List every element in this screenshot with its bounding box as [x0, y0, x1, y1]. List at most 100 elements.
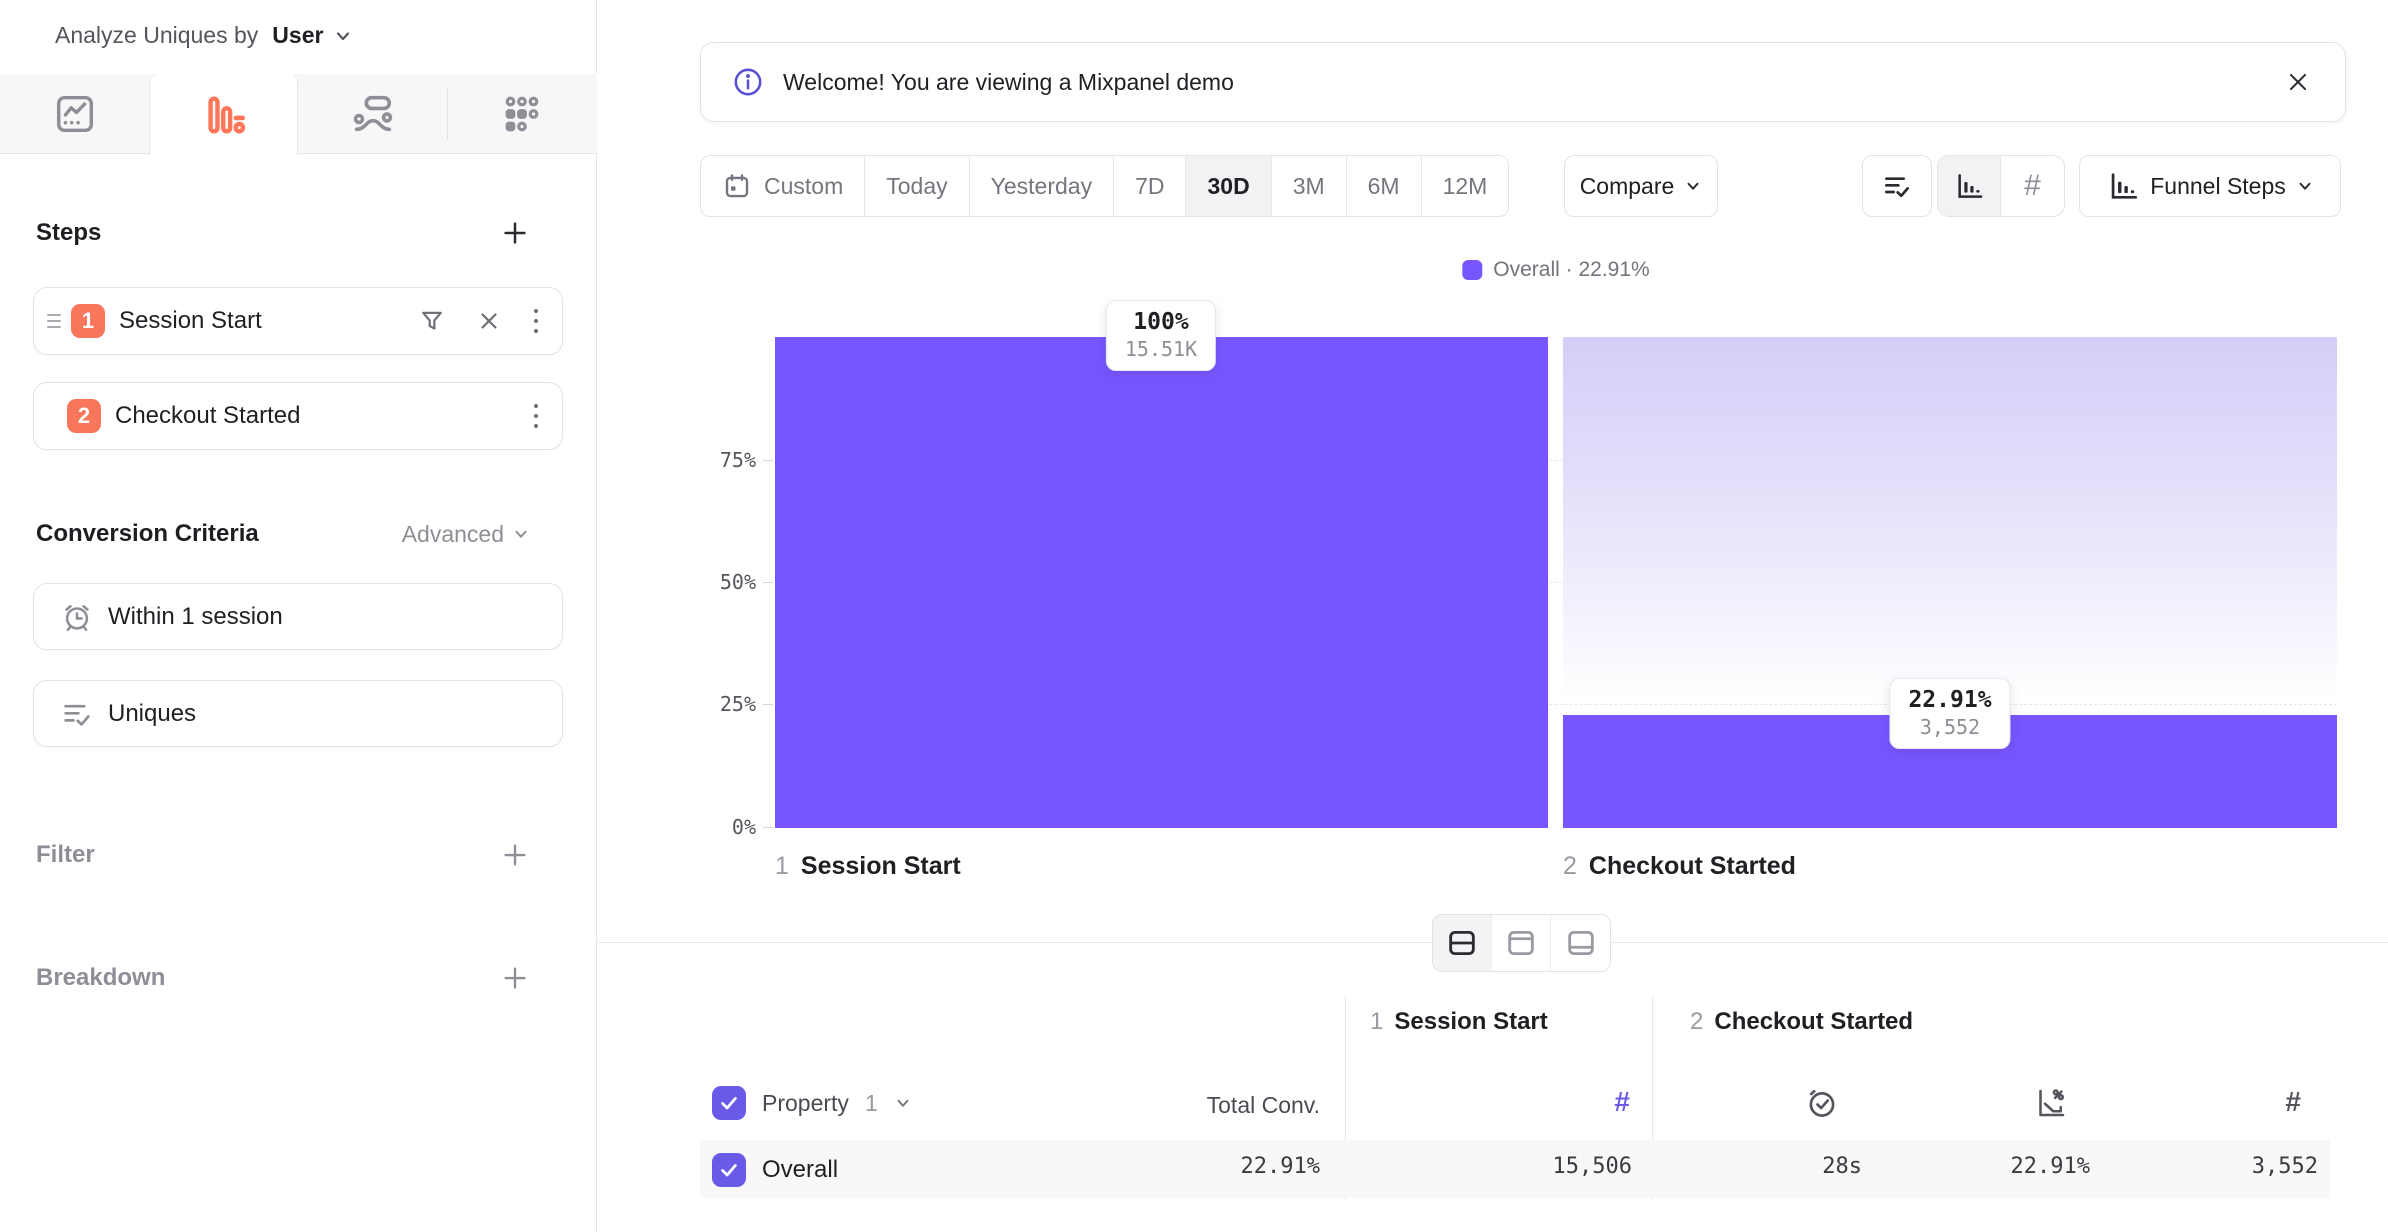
- filter-step-icon[interactable]: [418, 307, 446, 335]
- step-card-2[interactable]: 2 Checkout Started: [33, 382, 563, 450]
- chart-legend[interactable]: Overall · 22.91%: [1462, 258, 1649, 282]
- toggle-absolute-numbers[interactable]: #: [2001, 156, 2064, 216]
- y-axis-tick: 50%: [696, 570, 756, 594]
- toggle-percent-bars[interactable]: [1938, 156, 2001, 216]
- count-metric-icon[interactable]: #: [2285, 1086, 2301, 1118]
- drag-handle-icon[interactable]: [46, 311, 62, 331]
- bar-value-tooltip: 22.91% 3,552: [1889, 678, 2010, 749]
- remove-step-icon[interactable]: [476, 308, 502, 334]
- date-range-3m[interactable]: 3M: [1272, 156, 1347, 216]
- step-label[interactable]: Session Start: [119, 307, 262, 335]
- compare-button[interactable]: Compare: [1564, 155, 1718, 217]
- add-filter-button[interactable]: [500, 840, 530, 870]
- layout-chart-only[interactable]: [1492, 915, 1551, 971]
- row-checkbox[interactable]: [712, 1153, 746, 1187]
- info-icon: [731, 65, 765, 99]
- filter-section-title: Filter: [36, 841, 95, 869]
- tab-insights[interactable]: [0, 74, 149, 154]
- counting-method-card[interactable]: Uniques: [33, 680, 563, 747]
- flows-icon: [350, 91, 396, 137]
- table-group-session-start: 1 Session Start: [1370, 1008, 1548, 1036]
- analyze-by-label: Analyze Uniques by: [55, 22, 258, 49]
- select-all-checkbox[interactable]: [712, 1086, 746, 1120]
- count-metric-icon[interactable]: #: [1614, 1086, 1630, 1118]
- banner-text: Welcome! You are viewing a Mixpanel demo: [783, 69, 1234, 96]
- conversion-criteria-title: Conversion Criteria: [36, 520, 259, 548]
- tab-flows[interactable]: [298, 74, 447, 154]
- total-conv-header[interactable]: Total Conv.: [1207, 1092, 1320, 1119]
- bar-chart-icon: [1953, 170, 1985, 202]
- insights-icon: [52, 91, 98, 137]
- tab-funnels[interactable]: [149, 74, 298, 155]
- steps-section-title: Steps: [36, 219, 101, 247]
- advanced-label: Advanced: [402, 521, 504, 548]
- funnel-bar-step1[interactable]: [775, 337, 1548, 828]
- analyze-by-control[interactable]: Analyze Uniques by User: [55, 22, 353, 49]
- property-selector[interactable]: Property 1: [712, 1086, 912, 1120]
- conversion-rate-icon[interactable]: [2033, 1085, 2069, 1121]
- report-type-tabs: [0, 74, 597, 154]
- cell-step1-count: 15,506: [1553, 1154, 1632, 1179]
- step-axis-label: 1 Session Start: [775, 852, 961, 881]
- split-view-icon: [1445, 926, 1479, 960]
- step-menu-kebab-icon[interactable]: [532, 401, 540, 431]
- property-index: 1: [865, 1090, 878, 1117]
- tooltip-count: 15.51K: [1125, 337, 1197, 361]
- funnel-steps-chart-icon: [2106, 169, 2140, 203]
- breakdown-section-title: Breakdown: [36, 964, 165, 992]
- hash-icon: #: [2024, 169, 2041, 203]
- legend-text: Overall · 22.91%: [1493, 258, 1649, 282]
- conversion-window-card[interactable]: Within 1 session: [33, 583, 563, 650]
- step-menu-kebab-icon[interactable]: [532, 306, 540, 336]
- cell-conv-rate: 22.91%: [2011, 1154, 2090, 1179]
- funnel-ghost-step2: [1563, 337, 2337, 717]
- retention-icon: [499, 91, 545, 137]
- step-index-badge: 2: [67, 399, 101, 433]
- cell-total-conv: 22.91%: [1241, 1154, 1320, 1179]
- uniques-list-check-icon: [60, 697, 94, 731]
- calendar-icon: [722, 171, 752, 201]
- welcome-banner: Welcome! You are viewing a Mixpanel demo: [700, 42, 2346, 122]
- date-range-yesterday[interactable]: Yesterday: [970, 156, 1114, 216]
- row-name: Overall: [762, 1156, 838, 1184]
- panel-layout-toggle: [1432, 914, 1611, 972]
- counting-method-label: Uniques: [108, 700, 196, 728]
- close-icon[interactable]: [2285, 69, 2311, 95]
- date-range-custom[interactable]: Custom: [701, 156, 865, 216]
- add-breakdown-button[interactable]: [500, 963, 530, 993]
- analyze-by-value[interactable]: User: [272, 22, 323, 49]
- add-step-button[interactable]: [500, 218, 530, 248]
- chevron-down-icon: [1684, 177, 1702, 195]
- date-range-today[interactable]: Today: [865, 156, 969, 216]
- date-range-6m[interactable]: 6M: [1347, 156, 1422, 216]
- property-label: Property: [762, 1090, 849, 1117]
- date-range-12m[interactable]: 12M: [1422, 156, 1509, 216]
- step-label[interactable]: Checkout Started: [115, 402, 300, 430]
- cell-step2-count: 3,552: [2252, 1154, 2318, 1179]
- bottom-panel-icon: [1564, 926, 1598, 960]
- tooltip-count: 3,552: [1908, 715, 1991, 739]
- date-range-7d[interactable]: 7D: [1114, 156, 1186, 216]
- cell-time-to-convert: 28s: [1822, 1154, 1862, 1179]
- date-range-control: Custom Today Yesterday 7D 30D 3M 6M 12M: [700, 155, 1509, 217]
- tooltip-percent: 100%: [1125, 309, 1197, 335]
- layout-split-view[interactable]: [1433, 915, 1492, 971]
- advanced-dropdown[interactable]: Advanced: [402, 521, 530, 548]
- chevron-down-icon: [894, 1094, 912, 1112]
- tab-retention[interactable]: [447, 74, 596, 154]
- step-axis-label: 2 Checkout Started: [1563, 852, 1796, 881]
- y-axis-tick: 0%: [696, 815, 756, 839]
- alarm-clock-icon: [60, 600, 94, 634]
- date-range-30d[interactable]: 30D: [1186, 156, 1271, 216]
- tooltip-percent: 22.91%: [1908, 687, 1991, 713]
- top-panel-icon: [1504, 926, 1538, 960]
- conversion-window-label: Within 1 session: [108, 603, 283, 631]
- funnel-steps-dropdown[interactable]: Funnel Steps: [2079, 155, 2341, 217]
- tab-divider: [447, 88, 448, 140]
- time-to-convert-icon[interactable]: [1804, 1085, 1840, 1121]
- layout-table-only[interactable]: [1551, 915, 1610, 971]
- step-card-1[interactable]: 1 Session Start: [33, 287, 563, 355]
- uniques-metric-button[interactable]: [1862, 155, 1932, 217]
- legend-swatch: [1462, 260, 1482, 280]
- table-group-checkout-started: 2 Checkout Started: [1690, 1008, 1913, 1036]
